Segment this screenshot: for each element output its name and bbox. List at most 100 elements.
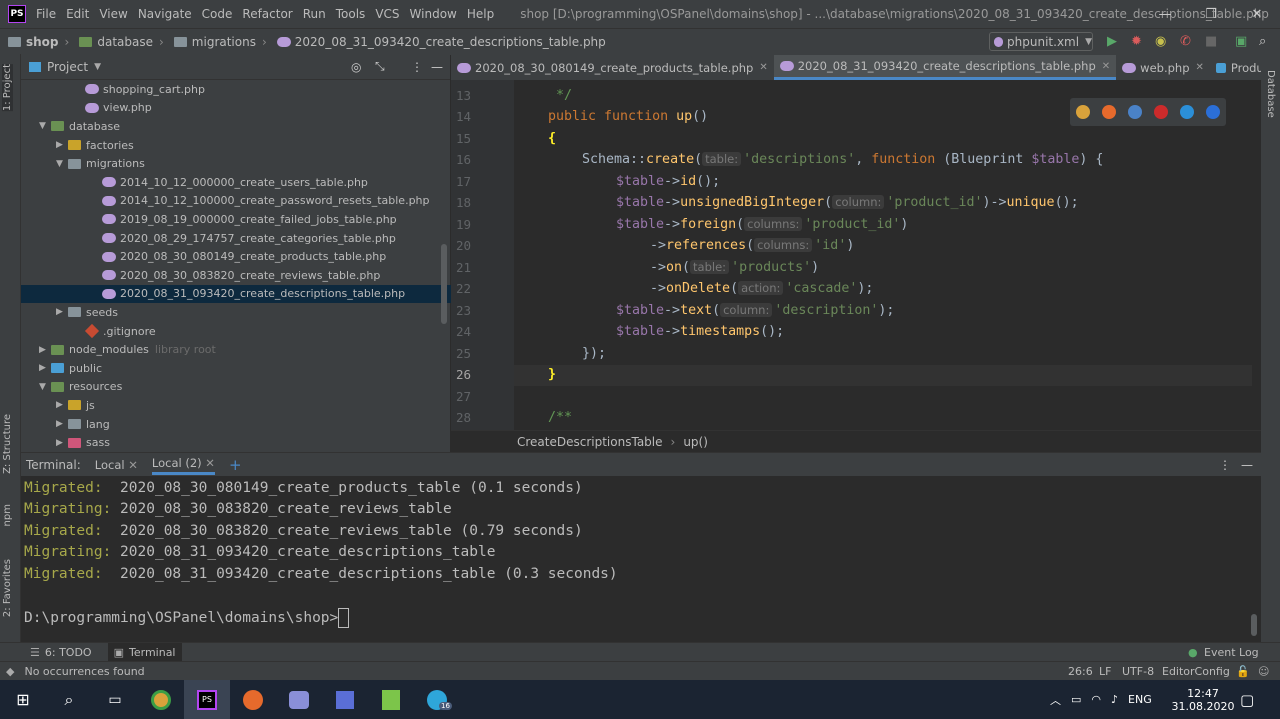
battery-icon[interactable]: ▭: [1071, 693, 1081, 706]
breadcrumb-method[interactable]: up(): [683, 435, 708, 449]
crumb-database[interactable]: database: [79, 35, 153, 49]
safari-icon[interactable]: [1128, 105, 1142, 119]
tab-products-migration[interactable]: 2020_08_30_080149_create_products_table.…: [451, 55, 774, 80]
search-button[interactable]: ⌕: [46, 680, 92, 719]
chrome-taskbar-button[interactable]: [138, 680, 184, 719]
tree-item[interactable]: view.php: [21, 99, 152, 118]
database-tool-button[interactable]: Database: [1265, 70, 1276, 118]
menu-edit[interactable]: Edit: [66, 7, 89, 21]
expand-closed-icon[interactable]: ▶: [56, 419, 68, 429]
tree-item[interactable]: shopping_cart.php: [21, 80, 205, 99]
favorites-tool-button[interactable]: 2: Favorites: [2, 559, 13, 617]
new-terminal-button[interactable]: +: [229, 456, 242, 474]
tree-item[interactable]: ▶ lang: [21, 415, 110, 434]
project-scrollbar[interactable]: [441, 244, 447, 324]
telegram-taskbar-button[interactable]: 16: [414, 680, 460, 719]
tree-item[interactable]: 2020_08_30_080149_create_products_table.…: [21, 247, 386, 266]
structure-tool-button[interactable]: Z: Structure: [2, 414, 13, 474]
run-icon[interactable]: ▶: [1107, 34, 1117, 49]
coverage-icon[interactable]: ◉: [1155, 34, 1166, 49]
opera-icon[interactable]: [1154, 105, 1168, 119]
close-icon[interactable]: ✕: [759, 62, 767, 73]
crumb-migrations[interactable]: migrations: [173, 35, 256, 49]
crumb-file[interactable]: 2020_08_31_093420_create_descriptions_ta…: [276, 35, 606, 49]
close-window-button[interactable]: ✕: [1234, 0, 1280, 28]
chrome-icon[interactable]: [1076, 105, 1090, 119]
action-center-icon[interactable]: ▢: [1240, 680, 1254, 719]
close-icon[interactable]: ✕: [1102, 61, 1110, 72]
project-tool-button[interactable]: 1: Project: [2, 64, 13, 112]
menu-run[interactable]: Run: [303, 7, 326, 21]
menu-navigate[interactable]: Navigate: [138, 7, 192, 21]
tree-item[interactable]: ▶ node_modules library root: [21, 340, 216, 359]
expand-open-icon[interactable]: ▼: [56, 159, 68, 169]
terminal-tab-local-2[interactable]: Local (2) ✕: [151, 456, 215, 475]
lock-icon[interactable]: 🔓: [1236, 665, 1250, 678]
tab-product-controller[interactable]: ProductController.: [1210, 55, 1261, 80]
tab-descriptions-migration[interactable]: 2020_08_31_093420_create_descriptions_ta…: [773, 55, 1117, 80]
tree-item[interactable]: ▶ seeds: [21, 303, 118, 322]
menu-code[interactable]: Code: [202, 7, 233, 21]
expand-closed-icon[interactable]: ▶: [39, 363, 51, 373]
tab-web[interactable]: web.php ✕: [1116, 55, 1210, 80]
start-button[interactable]: ⊞: [0, 680, 46, 719]
expand-closed-icon[interactable]: ▶: [56, 400, 68, 410]
ospanel-taskbar-button[interactable]: [276, 680, 322, 719]
save-app-taskbar-button[interactable]: [322, 680, 368, 719]
expand-closed-icon[interactable]: ▶: [56, 140, 68, 150]
stop-icon[interactable]: ■: [1205, 34, 1217, 49]
expand-closed-icon[interactable]: ▶: [56, 307, 68, 317]
language-indicator[interactable]: ENG: [1128, 693, 1152, 706]
menu-window[interactable]: Window: [410, 7, 457, 21]
tree-item[interactable]: ▶ sass: [21, 433, 110, 452]
terminal-icon[interactable]: ▣: [1235, 34, 1247, 49]
expand-closed-icon[interactable]: ▶: [39, 345, 51, 355]
crumb-shop[interactable]: shop: [8, 35, 59, 49]
terminal-prompt[interactable]: D:\programming\OSPanel\domains\shop>: [24, 608, 350, 628]
menu-tools[interactable]: Tools: [336, 7, 366, 21]
menu-view[interactable]: View: [99, 7, 127, 21]
maximize-button[interactable]: ❐: [1188, 0, 1234, 28]
terminal-tab-local[interactable]: Local ✕: [95, 458, 138, 472]
npm-tool-button[interactable]: npm: [2, 504, 13, 526]
terminal-tool-button[interactable]: ▣ Terminal: [107, 643, 182, 662]
collapse-icon[interactable]: ⤡: [375, 59, 385, 74]
firefox-icon[interactable]: [1102, 105, 1116, 119]
locate-icon[interactable]: ◎: [351, 60, 361, 74]
layers-icon[interactable]: ◆: [6, 665, 14, 678]
options-icon[interactable]: ⋮: [1219, 458, 1231, 472]
run-configuration-select[interactable]: phpunit.xml ▼: [989, 32, 1093, 51]
volume-icon[interactable]: ♪: [1111, 693, 1118, 706]
expand-closed-icon[interactable]: ▶: [56, 438, 68, 448]
chevron-up-icon[interactable]: ︿: [1050, 692, 1061, 708]
event-log-button[interactable]: Event Log: [1204, 646, 1259, 659]
expand-open-icon[interactable]: ▼: [39, 382, 51, 392]
phpstorm-taskbar-button[interactable]: PS: [184, 680, 230, 719]
tree-item[interactable]: ▼ database: [21, 117, 120, 136]
todo-tool-button[interactable]: 6: TODO: [45, 646, 92, 659]
tree-item[interactable]: ▶ public: [21, 359, 102, 378]
line-separator[interactable]: LF: [1099, 665, 1111, 678]
tree-item[interactable]: 2014_10_12_100000_create_password_resets…: [21, 192, 430, 211]
tree-item[interactable]: 2020_08_29_174757_create_categories_tabl…: [21, 229, 396, 248]
hide-panel-icon[interactable]: —: [1241, 458, 1253, 472]
firefox-taskbar-button[interactable]: [230, 680, 276, 719]
notepad-taskbar-button[interactable]: [368, 680, 414, 719]
phone-debug-icon[interactable]: ✆: [1180, 34, 1191, 49]
ie-icon[interactable]: [1180, 105, 1194, 119]
notifications-icon[interactable]: ☺: [1258, 665, 1269, 678]
breadcrumb-class[interactable]: CreateDescriptionsTable: [517, 435, 663, 449]
minimize-button[interactable]: —: [1142, 0, 1188, 28]
project-view-select[interactable]: Project: [47, 60, 88, 74]
expand-open-icon[interactable]: ▼: [39, 121, 51, 131]
tree-item[interactable]: ▼ resources: [21, 378, 122, 397]
editorconfig-indicator[interactable]: EditorConfig: [1162, 665, 1230, 678]
tree-item[interactable]: 2020_08_30_083820_create_reviews_table.p…: [21, 266, 380, 285]
clock[interactable]: 12:47 31.08.2020: [1172, 680, 1235, 719]
wifi-icon[interactable]: ◠: [1091, 693, 1101, 706]
terminal-scrollbar[interactable]: [1251, 614, 1257, 636]
search-icon[interactable]: ⌕: [1259, 34, 1266, 49]
caret-position[interactable]: 26:6: [1068, 665, 1093, 678]
chevron-down-icon[interactable]: ▼: [94, 62, 101, 72]
hide-panel-icon[interactable]: —: [431, 60, 443, 74]
